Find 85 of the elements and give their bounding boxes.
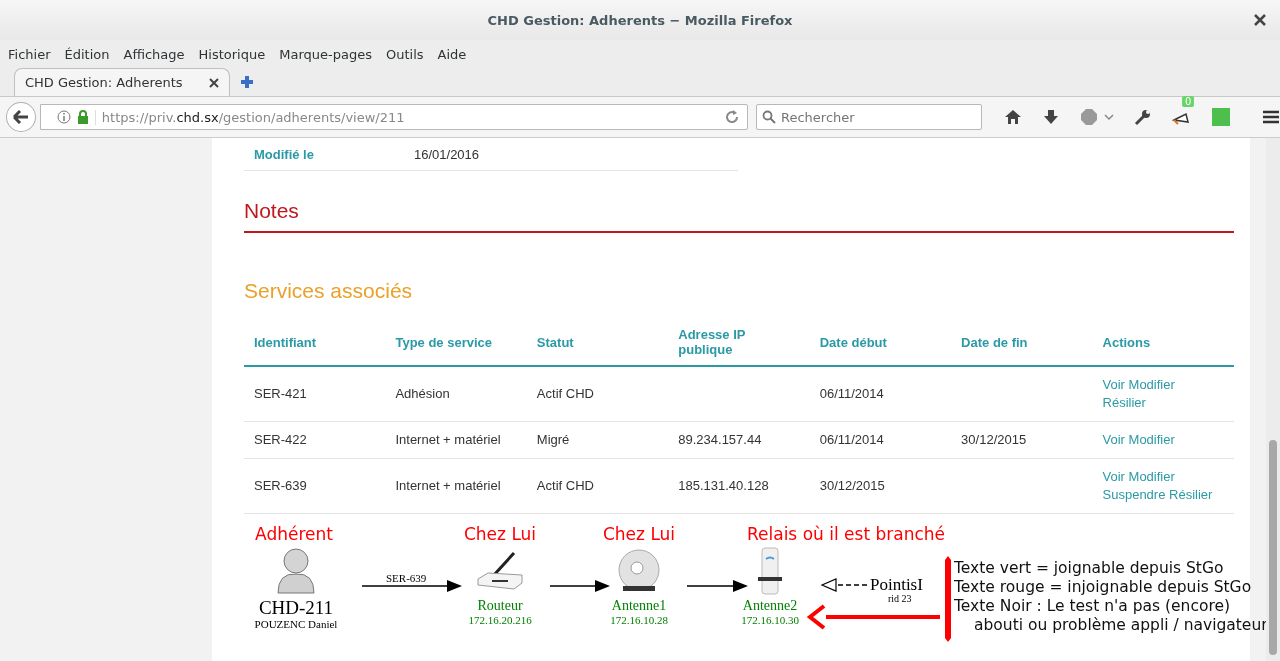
column-header: Type de service [385,319,527,366]
column-header: Statut [526,319,669,366]
node-label: Routeur [477,598,523,614]
column-header: Date de fin [951,319,1093,366]
column-header: Identifiant [244,319,386,366]
action-link[interactable]: Modifier [1128,377,1175,392]
lock-icon [76,110,89,124]
table-cell: SER-639 [244,458,386,514]
diagram-heading: Adhérent [255,524,333,544]
legend-line: abouti ou problème appli / navigateur [973,616,1268,635]
info-icon[interactable] [56,110,71,124]
diagram-heading: Relais où il est branché [747,524,945,544]
table-cell: SER-421 [244,366,386,422]
scrollbar-thumb[interactable] [1269,440,1277,655]
arrow [686,580,748,592]
column-header: Date début [809,319,952,366]
table-cell: Migré [526,421,669,459]
wrench-icon[interactable] [1134,108,1152,126]
table-cell: Actif CHD [526,458,669,514]
url-text: https://priv.chd.sx/gestion/adherents/view/211 [94,109,711,125]
table-cell: Actif CHD [526,366,669,422]
menu-item[interactable]: Outils [385,46,424,62]
node-sublabel: 172.16.20.216 [468,614,532,627]
antenna-icon [757,547,783,595]
caret-icon[interactable] [1104,113,1114,121]
field-value: 16/01/2016 [414,146,480,162]
window-title: CHD Gestion: Adherents − Mozilla Firefox [487,12,793,28]
table-cell: 89.234.157.44 [668,421,810,459]
relay-label: PointisI [870,575,923,595]
menu-item[interactable]: Marque-pages [279,46,372,62]
search-field[interactable]: Rechercher [756,104,982,130]
reload-icon[interactable] [725,110,739,124]
action-link[interactable]: Modifier [1128,432,1175,447]
legend-line: Texte rouge = injoignable depuis StGo [954,578,1253,597]
back-arrow-icon [12,110,29,124]
address-bar[interactable]: https://priv.chd.sx/gestion/adherents/view/211 [39,104,748,130]
table-cell: Adhésion [385,366,527,422]
table-cell: 185.131.40.128 [668,458,810,514]
legend-line: Texte Noir : Le test n'a pas (encore) [954,597,1232,616]
home-icon[interactable] [1004,108,1022,126]
arrow [549,580,610,592]
back-button[interactable] [6,102,36,132]
node-label: CHD-211 [258,598,334,618]
dish-icon [615,548,663,594]
count-badge: 0 [1182,96,1195,107]
table-cell: Internet + matériel [385,421,527,459]
column-header: Actions [1092,319,1234,366]
menu-item[interactable]: Édition [64,46,110,62]
section-heading: Services associés [244,279,414,303]
table-cell: 06/11/2014 [809,421,952,459]
stop-sign-icon[interactable] [1080,108,1098,126]
router-icon [474,549,526,593]
table-cell: 30/12/2015 [951,421,1093,459]
field-label: Modifié le [253,146,315,162]
table-cell: SER-422 [244,421,386,459]
relay-sublabel: rid 23 [888,593,912,604]
search-icon [762,110,776,124]
column-header: Adresse IP publique [668,319,810,366]
menu-item[interactable]: Historique [198,46,266,62]
node-sublabel: 172.16.10.30 [741,614,799,627]
menu-item[interactable]: Affichage [123,46,185,62]
action-link[interactable]: Modifier [1128,469,1175,484]
legend-line: Texte vert = joignable depuis StGo [954,559,1225,578]
action-link[interactable]: Suspendre [1102,487,1166,502]
close-icon[interactable] [1252,12,1268,28]
close-icon[interactable] [209,77,219,88]
download-icon[interactable] [1042,108,1060,126]
table-cell: Internet + matériel [385,458,527,514]
browser-tab[interactable]: CHD Gestion: Adherents [14,68,230,96]
dashed-arrow [820,578,869,592]
node-label: Antenne1 [611,598,667,614]
diagram-heading: Chez Lui [463,524,537,544]
menu-item[interactable]: Fichier [8,46,51,62]
node-label: Antenne2 [742,598,798,614]
menu-item[interactable]: Aide [437,46,467,62]
table-cell: 30/12/2015 [809,458,952,514]
table-cell: 06/11/2014 [809,366,952,422]
person-icon [275,547,317,595]
plus-icon[interactable] [240,75,254,89]
node-sublabel: POUZENC Daniel [254,618,338,631]
diagram-heading: Chez Lui [602,524,676,544]
section-heading: Notes [244,199,1234,233]
link-label: SER-639 [386,572,427,584]
menu-icon[interactable] [1262,108,1280,126]
node-sublabel: 172.16.10.28 [610,614,668,627]
